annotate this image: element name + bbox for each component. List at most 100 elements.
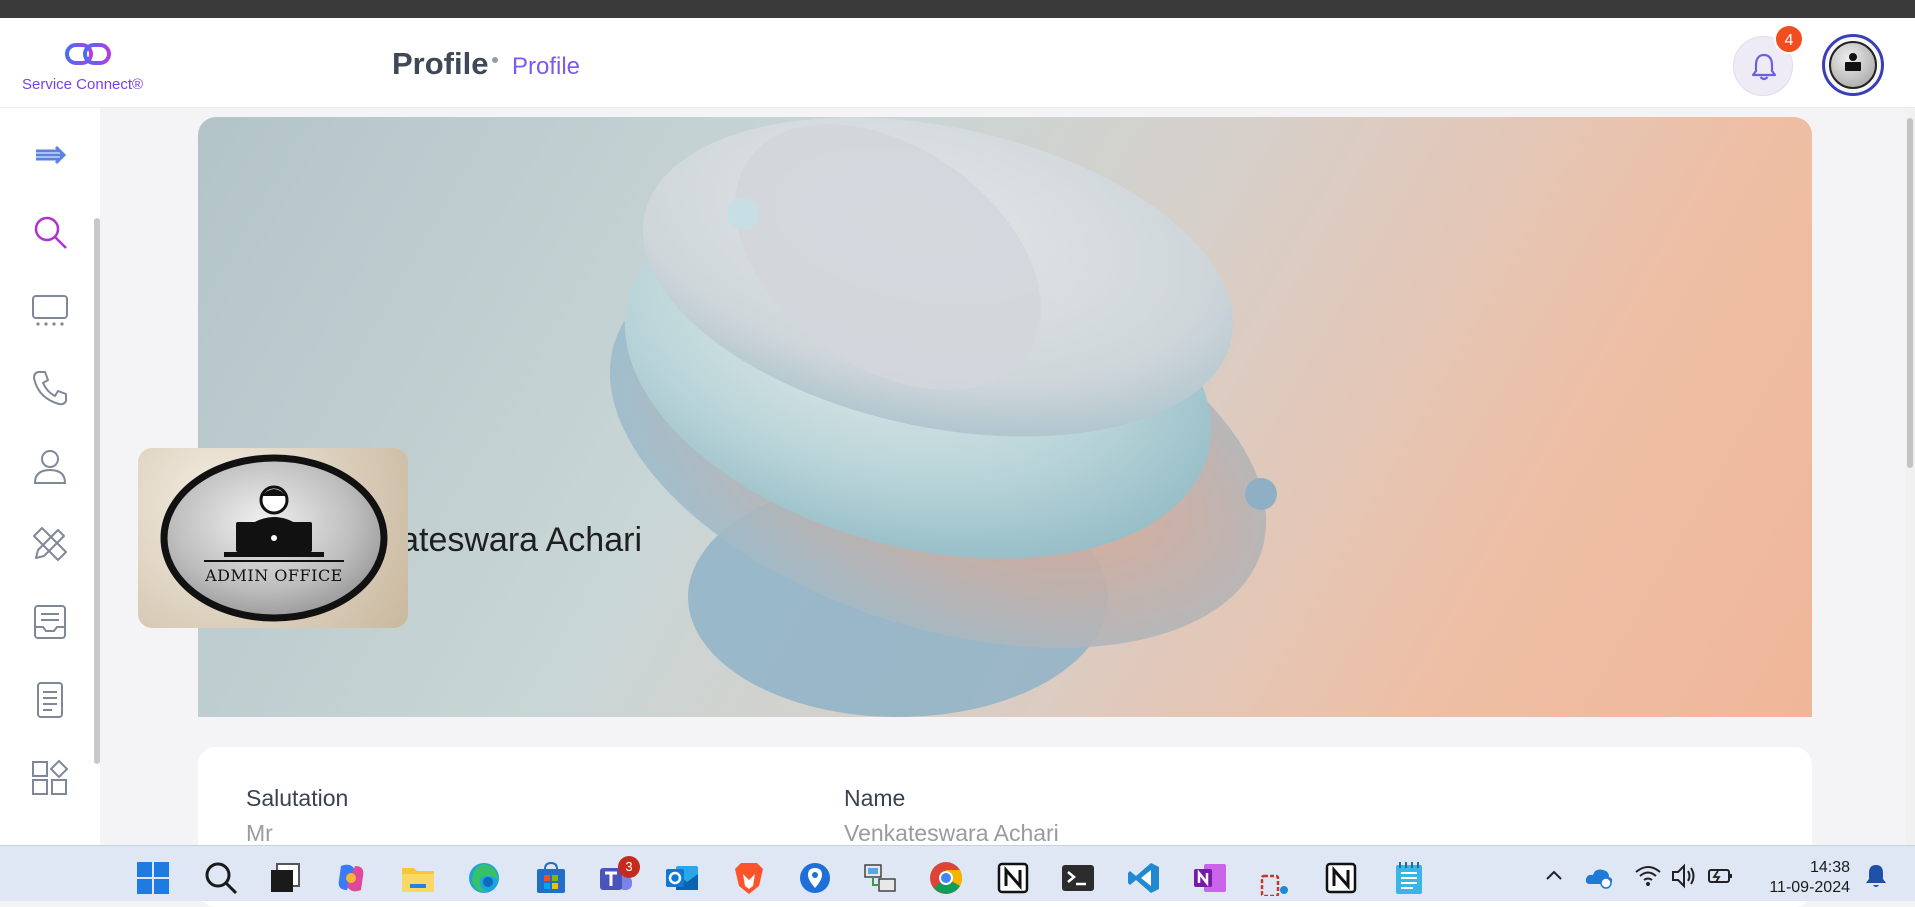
sidebar-item-dashboard[interactable] [30, 290, 70, 330]
bell-icon [1866, 865, 1886, 887]
link-logo-icon [65, 43, 111, 65]
sidebar-item-calls[interactable] [30, 368, 70, 408]
breadcrumb[interactable]: Profile [512, 53, 580, 81]
vscode-icon [1128, 863, 1159, 893]
chrome-icon [930, 862, 963, 894]
onenote-app[interactable] [1192, 860, 1228, 896]
notepad-icon [1396, 862, 1422, 894]
chrome-browser-app[interactable] [928, 860, 964, 896]
pencil-ruler-icon [33, 527, 67, 561]
brand-name: Service Connect® [22, 76, 144, 93]
app-header: Service Connect® Profile Profile 4 [0, 18, 1915, 108]
monitor-icon [32, 295, 68, 326]
name-label: Name [844, 785, 906, 811]
notion-app-2[interactable] [1323, 860, 1359, 896]
sidebar-item-edit-tools[interactable] [30, 524, 70, 564]
remote-desktop-app[interactable] [862, 860, 898, 896]
show-hidden-icons-button[interactable] [1542, 864, 1566, 888]
speaker-icon [1672, 863, 1695, 889]
network-computers-icon [864, 864, 896, 892]
tray-list-icon [34, 605, 66, 639]
outlook-icon [666, 866, 698, 890]
sidebar-item-documents[interactable] [30, 680, 70, 720]
notification-count-badge: 4 [1774, 24, 1804, 54]
user-icon [33, 450, 67, 484]
user-avatar[interactable] [1822, 34, 1884, 96]
onenote-icon [1194, 864, 1226, 892]
salutation-label: Salutation [246, 785, 349, 811]
profile-picture-caption: ADMIN OFFICE [205, 566, 343, 585]
brave-browser-app[interactable] [731, 860, 767, 896]
battery-tray[interactable] [1706, 862, 1734, 890]
search-icon [205, 862, 238, 895]
edge-browser-app[interactable] [466, 860, 502, 896]
sidebar-item-contacts[interactable] [30, 446, 70, 486]
salutation-value: Mr [246, 820, 273, 846]
copilot-icon [338, 864, 364, 892]
window-top-strip [0, 0, 1915, 18]
page-title: Profile [392, 46, 489, 81]
sidebar-item-search[interactable] [30, 212, 70, 252]
task-view-button[interactable] [267, 860, 303, 896]
file-explorer-app[interactable] [400, 860, 436, 896]
system-clock[interactable]: 14:38 11-09-2024 [1750, 858, 1850, 898]
profile-name-text: ateswara Achari [408, 521, 642, 559]
breadcrumb-separator [492, 57, 498, 63]
taskbar-search[interactable] [203, 860, 239, 896]
clock-date: 11-09-2024 [1769, 879, 1850, 896]
search-icon [34, 216, 67, 249]
page-scrollbar-thumb[interactable] [1907, 118, 1913, 468]
map-pin-icon [800, 863, 830, 893]
snipping-tool-app[interactable] [1258, 860, 1294, 898]
notion-app[interactable] [995, 860, 1031, 896]
windows-logo-icon [137, 862, 169, 894]
folder-icon [402, 868, 434, 892]
vscode-app[interactable] [1126, 860, 1162, 896]
sidebar-item-apps[interactable] [30, 758, 70, 798]
sidebar-item-tasks[interactable] [30, 602, 70, 642]
start-button[interactable] [135, 860, 171, 896]
apps-grid-icon [32, 759, 69, 795]
sidebar-scrollbar[interactable] [94, 218, 100, 764]
page-scrollbar[interactable] [1905, 108, 1915, 845]
bell-icon [1751, 53, 1777, 81]
notion-icon [997, 862, 1029, 894]
store-bag-icon [537, 861, 565, 893]
cloud-sync-icon [1585, 869, 1613, 889]
brave-lion-icon [735, 863, 763, 894]
terminal-app[interactable] [1060, 860, 1096, 896]
phone-icon [33, 371, 67, 406]
document-icon [37, 682, 63, 718]
profile-cover-image [198, 117, 1812, 717]
microsoft-store-app[interactable] [533, 860, 569, 896]
sidebar-collapse-toggle[interactable] [30, 135, 70, 175]
volume-tray[interactable] [1670, 862, 1698, 890]
notification-center-button[interactable] [1862, 862, 1890, 890]
wifi-tray[interactable] [1634, 862, 1662, 890]
teams-notification-badge: 3 [618, 856, 640, 878]
abstract-cover-art [609, 117, 1277, 717]
brand-logo[interactable]: Service Connect® [22, 40, 162, 100]
profile-name-heading: ateswara Achari [408, 518, 708, 568]
notepad-app[interactable] [1391, 860, 1427, 896]
chevron-up-icon [1546, 870, 1562, 880]
profile-picture[interactable]: ADMIN OFFICE [138, 448, 408, 628]
admin-avatar-icon [1845, 53, 1861, 71]
edge-icon [469, 863, 499, 893]
battery-charging-icon [1708, 869, 1732, 883]
outlook-app[interactable] [664, 860, 700, 896]
notion-icon [1325, 862, 1357, 894]
snipping-icon [1260, 874, 1288, 898]
sidebar [0, 108, 100, 845]
windows-taskbar: 3 14:38 11-09-2024 [0, 845, 1915, 901]
onedrive-tray[interactable] [1584, 862, 1614, 892]
copilot-app[interactable] [333, 860, 369, 896]
clock-time: 14:38 [1809, 859, 1850, 876]
terminal-icon [1062, 865, 1094, 891]
name-value: Venkateswara Achari [844, 820, 1059, 846]
maps-app[interactable] [797, 860, 833, 896]
collapse-arrow-icon [36, 145, 67, 165]
admin-office-plaque-icon [160, 454, 388, 622]
wifi-icon [1635, 866, 1661, 886]
task-view-icon [271, 863, 300, 892]
